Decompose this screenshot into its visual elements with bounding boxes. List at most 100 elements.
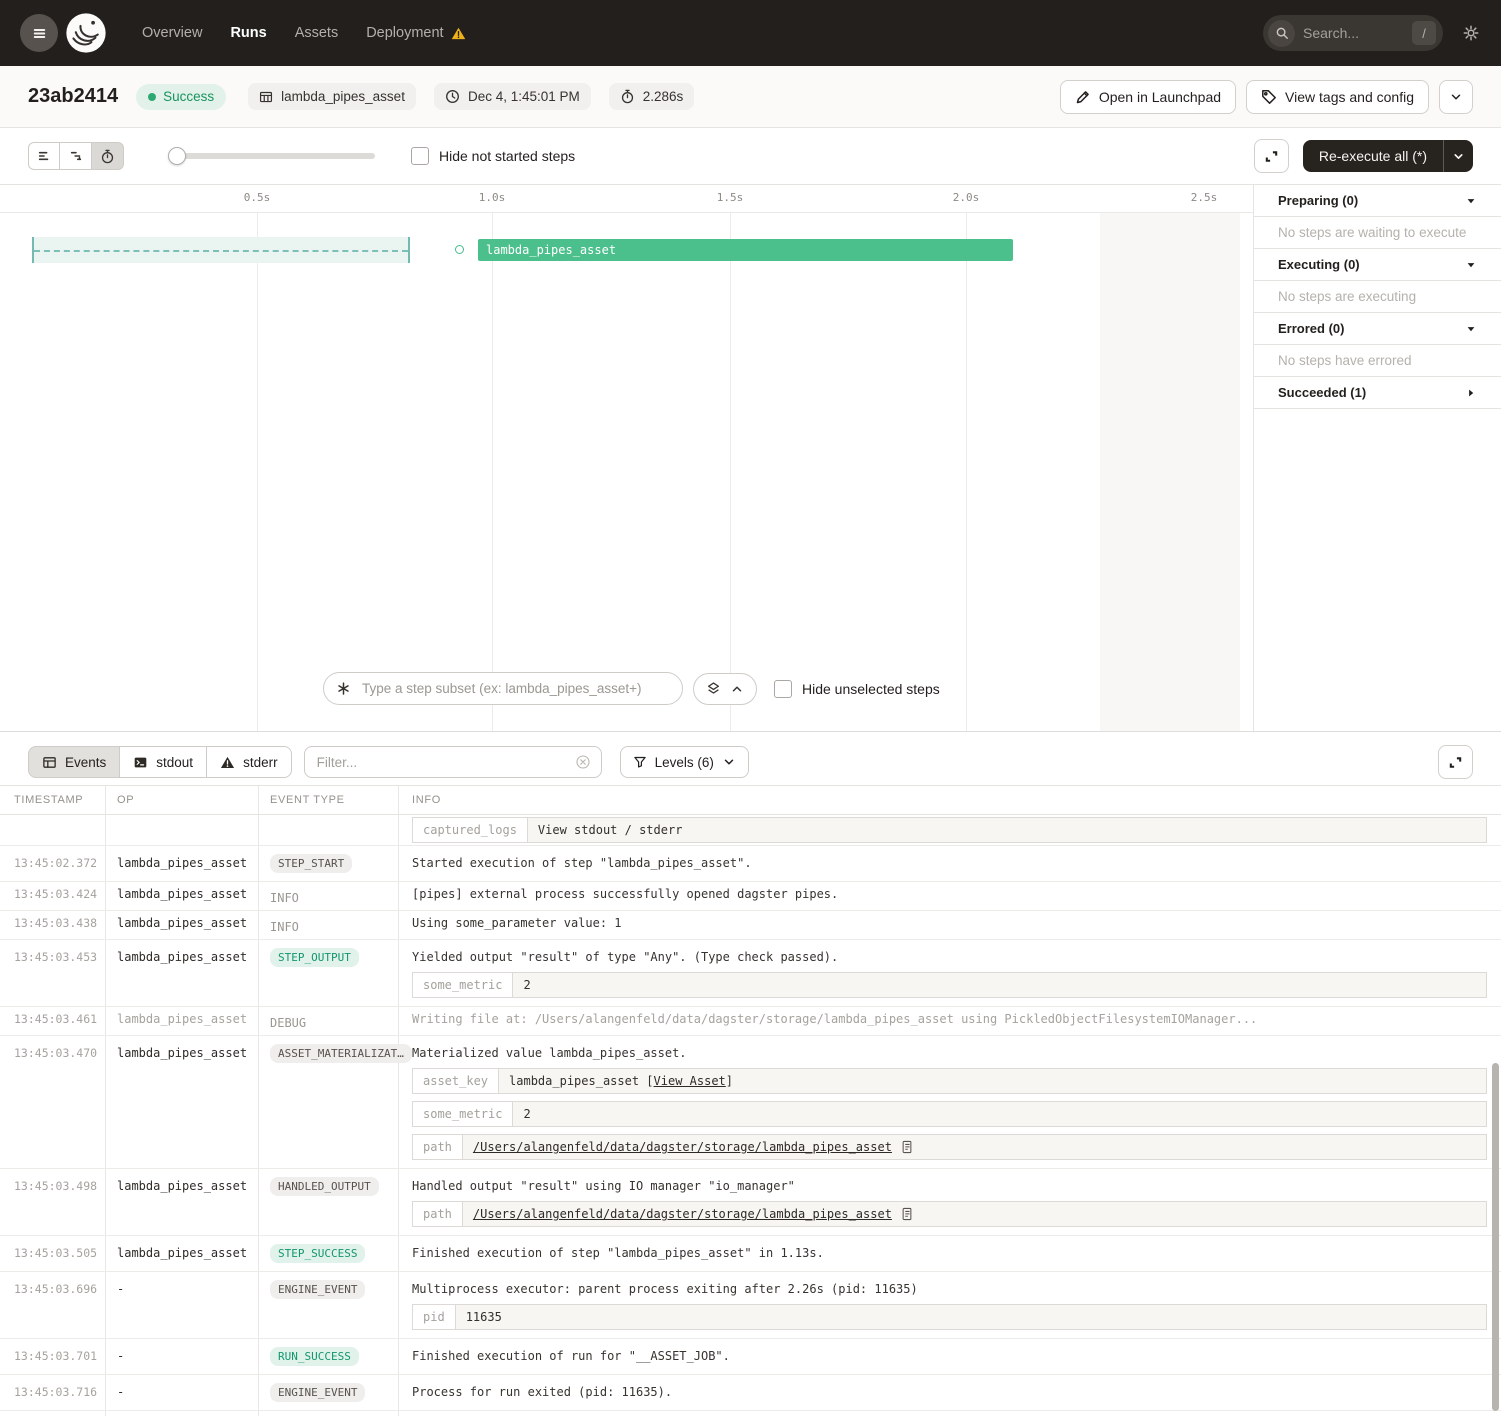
- sidebar-section-errored[interactable]: Errored (0): [1254, 313, 1501, 345]
- hide-unselected-checkbox-row: Hide unselected steps: [774, 680, 940, 698]
- timestamp-cell: 13:45:03.498: [0, 1169, 105, 1201]
- op-cell: lambda_pipes_asset: [105, 1169, 258, 1201]
- global-search[interactable]: /: [1263, 15, 1443, 51]
- timestamp-cell: 13:45:03.453: [0, 940, 105, 972]
- view-timed-button[interactable]: [92, 142, 124, 170]
- run-tag: 2.286s: [609, 83, 695, 110]
- gantt-step-bar[interactable]: lambda_pipes_asset: [478, 239, 1013, 261]
- op-selector-icon: [336, 681, 351, 696]
- search-icon: [1268, 20, 1295, 47]
- nav-item-overview[interactable]: Overview: [142, 25, 202, 41]
- metadata-value-text[interactable]: /Users/alangenfeld/data/dagster/storage/…: [473, 1140, 892, 1154]
- table-row[interactable]: captured_logsView stdout / stderr: [0, 815, 1501, 846]
- reexecute-dropdown[interactable]: [1443, 140, 1473, 172]
- info-cell: Finished execution of step "lambda_pipes…: [398, 1236, 1501, 1269]
- reexecute-button[interactable]: Re-execute all (*): [1303, 140, 1473, 172]
- view-waterfall-button[interactable]: [60, 142, 92, 170]
- bracket-open: [: [639, 1074, 653, 1088]
- copy-icon[interactable]: [901, 1207, 913, 1221]
- table-row[interactable]: 13:45:03.696-ENGINE_EVENTMultiprocess ex…: [0, 1272, 1501, 1339]
- tag-icon: [1261, 89, 1277, 105]
- metadata-value-text[interactable]: /Users/alangenfeld/data/dagster/storage/…: [473, 1207, 892, 1221]
- gantt-toolbar: Hide not started steps Re-execute all (*…: [0, 128, 1501, 185]
- table-row[interactable]: 13:45:03.505lambda_pipes_assetSTEP_SUCCE…: [0, 1236, 1501, 1272]
- events-expand-button[interactable]: [1438, 745, 1473, 779]
- timeline-tick-label: 2.0s: [953, 191, 980, 204]
- sidebar-section-executing[interactable]: Executing (0): [1254, 249, 1501, 281]
- info-cell: Writing file at: /Users/alangenfeld/data…: [398, 1007, 1501, 1031]
- nav-item-assets[interactable]: Assets: [295, 25, 339, 41]
- table-icon: [42, 755, 57, 770]
- run-more-actions-button[interactable]: [1439, 80, 1473, 114]
- metadata-value: /Users/alangenfeld/data/dagster/storage/…: [463, 1135, 1486, 1159]
- event-type-badge: INFO: [270, 920, 299, 934]
- tab-stdout[interactable]: stdout: [120, 746, 207, 778]
- nav-item-label: Overview: [142, 25, 202, 41]
- nav-item-deployment[interactable]: Deployment: [366, 25, 465, 41]
- gantt-view-toggle: [28, 142, 124, 170]
- run-tag[interactable]: lambda_pipes_asset: [248, 83, 416, 110]
- hide-unselected-label: Hide unselected steps: [802, 681, 940, 697]
- hide-unselected-checkbox[interactable]: [774, 680, 792, 698]
- table-row[interactable]: 13:45:03.424lambda_pipes_assetINFO[pipes…: [0, 882, 1501, 911]
- table-row[interactable]: 13:45:03.498lambda_pipes_assetHANDLED_OU…: [0, 1169, 1501, 1236]
- event-info-text: Handled output "result" using IO manager…: [412, 1179, 1501, 1194]
- table-row[interactable]: 13:45:03.453lambda_pipes_assetSTEP_OUTPU…: [0, 940, 1501, 1007]
- copy-icon[interactable]: [901, 1140, 913, 1154]
- event-info-text: Multiprocess executor: parent process ex…: [412, 1282, 1501, 1297]
- zoom-slider-knob[interactable]: [168, 147, 186, 165]
- metadata-key: pid: [413, 1305, 456, 1329]
- hide-not-started-checkbox[interactable]: [411, 147, 429, 165]
- view-asset-link[interactable]: View Asset: [654, 1074, 726, 1088]
- table-row[interactable]: 13:45:03.716-ENGINE_EVENTProcess for run…: [0, 1375, 1501, 1411]
- event-info-text: Writing file at: /Users/alangenfeld/data…: [412, 1012, 1501, 1027]
- nav-item-runs[interactable]: Runs: [230, 25, 266, 41]
- header-actions: Open in Launchpad View tags and config: [1060, 80, 1473, 114]
- timeline-gridline: [966, 213, 967, 731]
- timestamp-cell: 13:45:03.716: [0, 1375, 105, 1407]
- open-in-launchpad-button[interactable]: Open in Launchpad: [1060, 80, 1236, 114]
- info-cell: Materialized value lambda_pipes_asset.as…: [398, 1036, 1501, 1168]
- settings-button[interactable]: [1461, 23, 1481, 43]
- top-nav: Overview Runs Assets Deployment /: [0, 0, 1501, 66]
- timestamp-cell: 13:45:03.701: [0, 1339, 105, 1371]
- layers-icon: [706, 681, 721, 696]
- chevron-down-icon: [1452, 150, 1465, 163]
- tab-stderr[interactable]: stderr: [207, 746, 292, 778]
- view-flat-button[interactable]: [28, 142, 60, 170]
- timestamp-cell: 13:45:03.424: [0, 882, 105, 905]
- zoom-slider[interactable]: [170, 153, 375, 159]
- step-marker-icon: [455, 245, 464, 254]
- sidebar-section-preparing[interactable]: Preparing (0): [1254, 185, 1501, 217]
- step-subset-input[interactable]: [360, 680, 670, 697]
- tab-events[interactable]: Events: [28, 746, 120, 778]
- panel-splitter[interactable]: [0, 731, 1501, 739]
- dagster-logo[interactable]: [64, 11, 108, 55]
- graph-query-toggle-button[interactable]: [693, 673, 757, 705]
- op-cell: -: [105, 1375, 258, 1407]
- event-type-cell: RUN_SUCCESS: [258, 1339, 398, 1374]
- events-table: TIMESTAMPOPEVENT TYPEINFO captured_logsV…: [0, 785, 1501, 1416]
- view-tags-config-button[interactable]: View tags and config: [1246, 80, 1429, 114]
- table-row[interactable]: 13:45:03.701-RUN_SUCCESSFinished executi…: [0, 1339, 1501, 1375]
- op-cell: lambda_pipes_asset: [105, 940, 258, 972]
- table-row[interactable]: 13:45:02.372lambda_pipes_assetSTEP_START…: [0, 846, 1501, 882]
- table-row[interactable]: 13:45:03.438lambda_pipes_assetINFOUsing …: [0, 911, 1501, 940]
- table-row[interactable]: 13:45:03.461lambda_pipes_assetDEBUGWriti…: [0, 1007, 1501, 1036]
- op-cell: lambda_pipes_asset: [105, 882, 258, 905]
- caret-down-icon: [1465, 259, 1477, 271]
- warning-icon: [451, 26, 466, 41]
- info-cell: Using some_parameter value: 1: [398, 911, 1501, 935]
- timer-icon: [620, 89, 635, 104]
- gantt-expand-button[interactable]: [1254, 139, 1289, 173]
- events-scrollbar-thumb[interactable]: [1492, 1063, 1499, 1411]
- levels-filter-button[interactable]: Levels (6): [620, 746, 749, 778]
- log-filter-input[interactable]: [315, 754, 575, 771]
- hide-not-started-label: Hide not started steps: [439, 148, 575, 164]
- search-input[interactable]: [1295, 25, 1412, 41]
- table-row[interactable]: 13:45:03.470lambda_pipes_assetASSET_MATE…: [0, 1036, 1501, 1169]
- step-subset-input-wrap: [323, 672, 683, 705]
- filter-clear-button[interactable]: [575, 754, 591, 770]
- sidebar-section-succeeded[interactable]: Succeeded (1): [1254, 377, 1501, 409]
- hamburger-menu-button[interactable]: [20, 14, 58, 52]
